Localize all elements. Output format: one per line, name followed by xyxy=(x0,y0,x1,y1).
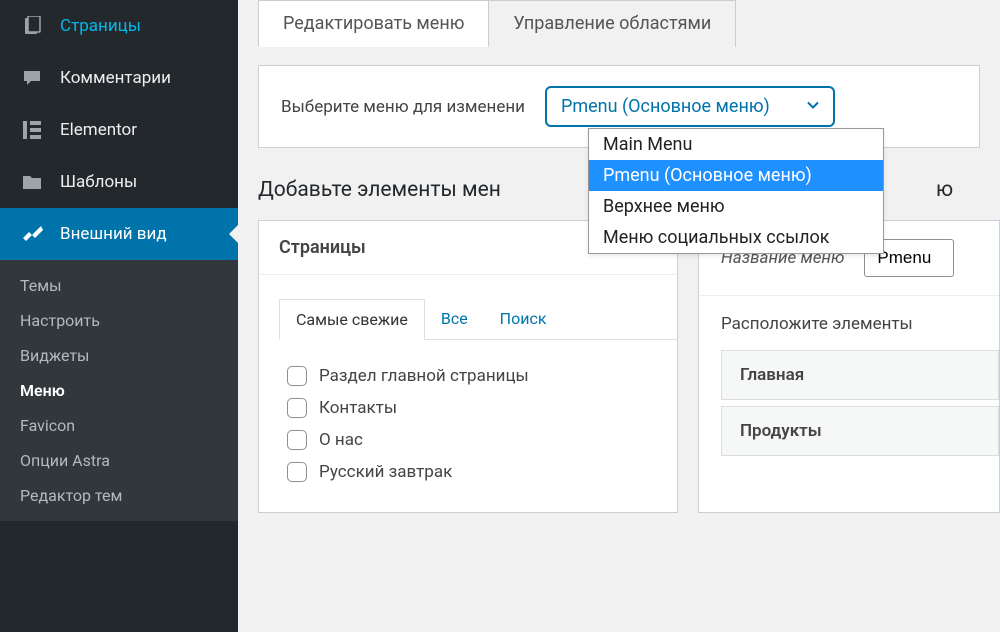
templates-icon xyxy=(20,170,44,194)
sidebar-item-appearance[interactable]: Внешний вид xyxy=(0,208,238,260)
sidebar-item-templates[interactable]: Шаблоны xyxy=(0,156,238,208)
menu-item[interactable]: Главная xyxy=(721,350,999,400)
page-option[interactable]: О нас xyxy=(287,424,653,456)
elementor-icon xyxy=(20,118,44,142)
dropdown-option[interactable]: Main Menu xyxy=(589,129,883,160)
submenu-menus[interactable]: Меню xyxy=(0,373,238,408)
submenu-favicon[interactable]: Favicon xyxy=(0,408,238,443)
appearance-icon xyxy=(20,222,44,246)
page-option[interactable]: Раздел главной страницы xyxy=(287,360,653,392)
page-option[interactable]: Русский завтрак xyxy=(287,456,653,488)
tab-edit-menu[interactable]: Редактировать меню xyxy=(258,0,489,47)
checkbox[interactable] xyxy=(287,430,307,450)
submenu-customize[interactable]: Настроить xyxy=(0,303,238,338)
dropdown-option[interactable]: Меню социальных ссылок xyxy=(589,222,883,253)
chevron-down-icon xyxy=(805,96,821,117)
nav-tabs: Редактировать меню Управление областями xyxy=(258,0,1000,47)
page-option-label: Раздел главной страницы xyxy=(319,366,529,386)
tab-search[interactable]: Поиск xyxy=(484,299,563,339)
submenu-theme-editor[interactable]: Редактор тем xyxy=(0,478,238,513)
pages-icon xyxy=(20,14,44,38)
tab-manage-locations[interactable]: Управление областями xyxy=(488,0,736,47)
checkbox[interactable] xyxy=(287,366,307,386)
page-option-label: О нас xyxy=(319,430,363,450)
checkbox[interactable] xyxy=(287,398,307,418)
sidebar-item-pages[interactable]: Страницы xyxy=(0,0,238,52)
sidebar-item-comments[interactable]: Комментарии xyxy=(0,52,238,104)
menu-select-dropdown: Main Menu Pmenu (Основное меню) Верхнее … xyxy=(588,128,884,254)
sidebar-item-elementor[interactable]: Elementor xyxy=(0,104,238,156)
pages-checkbox-list: Раздел главной страницы Контакты О нас Р… xyxy=(259,340,677,512)
admin-sidebar: Страницы Комментарии Elementor Шаблоны В… xyxy=(0,0,238,632)
appearance-submenu: Темы Настроить Виджеты Меню Favicon Опци… xyxy=(0,260,238,521)
submenu-widgets[interactable]: Виджеты xyxy=(0,338,238,373)
menu-select[interactable]: Pmenu (Основное меню) xyxy=(545,86,835,127)
dropdown-option[interactable]: Pmenu (Основное меню) xyxy=(589,160,883,191)
sidebar-label: Страницы xyxy=(60,16,141,36)
page-option[interactable]: Контакты xyxy=(287,392,653,424)
pages-inner-tabs: Самые свежие Все Поиск xyxy=(279,299,677,340)
sidebar-label: Elementor xyxy=(60,120,137,140)
pages-panel: Страницы Самые свежие Все Поиск Раздел г… xyxy=(258,220,678,513)
main-content: Редактировать меню Управление областями … xyxy=(238,0,1000,632)
submenu-astra-options[interactable]: Опции Astra xyxy=(0,443,238,478)
menu-select-value: Pmenu (Основное меню) xyxy=(561,96,770,117)
checkbox[interactable] xyxy=(287,462,307,482)
page-option-label: Контакты xyxy=(319,398,397,418)
sidebar-label: Комментарии xyxy=(60,68,171,88)
sidebar-label: Шаблоны xyxy=(60,172,137,192)
sidebar-label: Внешний вид xyxy=(60,224,167,244)
submenu-themes[interactable]: Темы xyxy=(0,268,238,303)
menu-structure-panel: Название меню Расположите элементы Главн… xyxy=(698,220,1000,513)
dropdown-option[interactable]: Верхнее меню xyxy=(589,191,883,222)
arrange-hint: Расположите элементы xyxy=(699,296,999,344)
menu-selector-label: Выберите меню для изменени xyxy=(281,97,525,117)
tab-recent[interactable]: Самые свежие xyxy=(279,299,425,340)
tab-all[interactable]: Все xyxy=(425,299,484,339)
menu-selector-bar: Выберите меню для изменени Pmenu (Основн… xyxy=(258,65,980,148)
comments-icon xyxy=(20,66,44,90)
page-option-label: Русский завтрак xyxy=(319,462,452,482)
menu-item[interactable]: Продукты xyxy=(721,406,999,456)
